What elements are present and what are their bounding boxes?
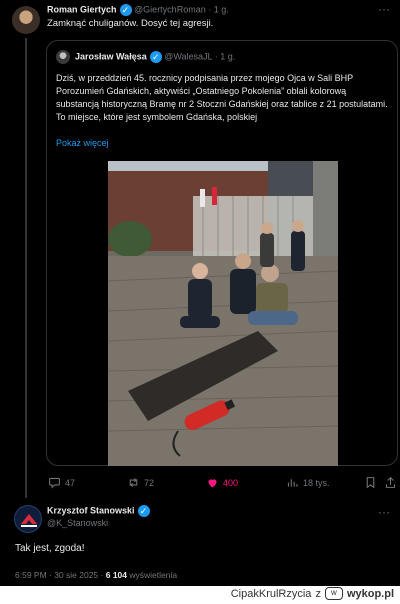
- verified-badge-icon: ✓: [119, 4, 132, 16]
- bookmark-icon: [366, 477, 375, 489]
- police-photo-illustration: [108, 161, 338, 466]
- tweet1-text: Zamknąć chuliganów. Dosyć tej agresji.: [47, 18, 214, 29]
- reply-author-handle[interactable]: @K_Stanowski: [47, 518, 108, 528]
- quoted-author-name[interactable]: Jarosław Wałęsa: [75, 51, 147, 61]
- verified-badge-icon: ✓: [137, 505, 150, 517]
- reply-views-count: 6 104: [105, 570, 128, 580]
- avatar-jaroslaw-walesa[interactable]: [56, 50, 70, 64]
- reply-more-options-icon[interactable]: ···: [378, 505, 390, 519]
- like-action[interactable]: 400: [206, 476, 238, 489]
- heart-icon: [208, 479, 217, 488]
- share-icon: [385, 476, 396, 488]
- tweet1-author-handle[interactable]: @GiertychRoman: [134, 4, 206, 14]
- avatar-logo-icon: [21, 514, 37, 527]
- reply-count: 47: [65, 477, 76, 488]
- watermark-user: CipakKrulRzycia: [230, 587, 312, 600]
- views-action[interactable]: 18 tys.: [286, 476, 330, 489]
- more-options-icon[interactable]: ···: [378, 2, 390, 16]
- reply-meta: 6:59 PM · 30 sie 2025 · 6 104 wyświetlen…: [15, 570, 177, 580]
- views-count: 18 tys.: [303, 477, 330, 488]
- repost-count: 72: [144, 477, 155, 488]
- repost-action[interactable]: 72: [127, 476, 154, 489]
- avatar-roman-giertych[interactable]: [12, 6, 40, 34]
- tweet1-header: Roman Giertych ✓ @GiertychRoman · 1 g.: [47, 4, 229, 16]
- watermark-bar: CipakKrulRzycia z w wykop.pl: [0, 586, 400, 604]
- quoted-text: Dziś, w przeddzień 45. rocznicy podpisan…: [56, 73, 388, 122]
- tweet1-author-name[interactable]: Roman Giertych: [47, 4, 117, 14]
- bookmark-action[interactable]: [364, 476, 377, 489]
- quoted-header: Jarosław Wałęsa ✓ @WalesaJL · 1 g.: [75, 51, 235, 63]
- reply-text: Tak jest, zgoda!: [15, 543, 85, 554]
- tweet-thread: Roman Giertych ✓ @GiertychRoman · 1 g. ··…: [0, 0, 400, 586]
- reply-timestamp[interactable]: 6:59 PM · 30 sie 2025 ·: [15, 570, 103, 580]
- reply-icon: [49, 477, 60, 489]
- reply-author-name[interactable]: Krzysztof Stanowski: [47, 505, 135, 515]
- watermark-z: z: [315, 587, 321, 600]
- show-more-link[interactable]: Pokaż więcej: [56, 138, 109, 148]
- repost-icon: [129, 478, 138, 487]
- watermark-text: CipakKrulRzycia z w wykop.pl: [231, 587, 394, 600]
- verified-badge-icon: ✓: [149, 51, 162, 63]
- reply-header: Krzysztof Stanowski ✓: [47, 505, 150, 517]
- views-icon: [287, 479, 298, 487]
- thread-line: [25, 38, 27, 498]
- reply-views-label: wyświetlenia: [129, 570, 178, 580]
- like-count: 400: [223, 477, 239, 488]
- wykop-logo-icon: w: [324, 587, 343, 600]
- quoted-author-handle[interactable]: @WalesaJL: [164, 51, 212, 61]
- share-action[interactable]: [384, 476, 397, 489]
- quoted-time[interactable]: · 1 g.: [215, 51, 236, 61]
- watermark-site: wykop.pl: [346, 587, 394, 600]
- tweet1-time[interactable]: · 1 g.: [208, 4, 229, 14]
- quoted-photo[interactable]: [108, 161, 338, 466]
- reply-action[interactable]: 47: [48, 476, 75, 489]
- quoted-tweet[interactable]: Jarosław Wałęsa ✓ @WalesaJL · 1 g. Dziś, …: [46, 40, 398, 466]
- avatar-krzysztof-stanowski[interactable]: [14, 505, 42, 533]
